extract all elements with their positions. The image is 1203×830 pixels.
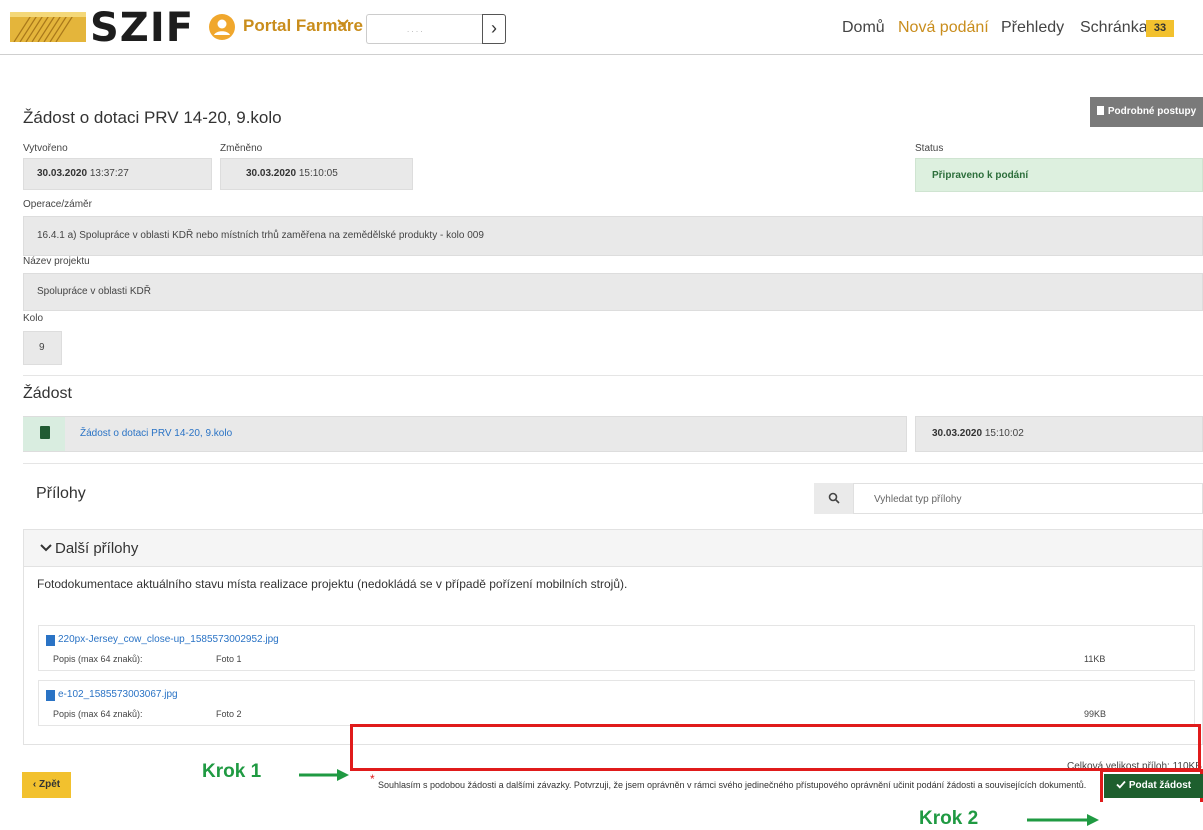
attachment-file-row: 220px-Jersey_cow_close-up_1585573002952.…: [38, 625, 1195, 671]
created-field: 30.03.2020 13:37:27: [23, 158, 212, 190]
panel-title-text: Další přílohy: [55, 540, 139, 557]
chevron-right-icon[interactable]: ›: [482, 14, 506, 44]
attachment-type-search-input[interactable]: Vyhledat typ přílohy: [853, 483, 1203, 514]
step2-annotation: Krok 2: [919, 808, 979, 829]
nav-schranka[interactable]: Schránka: [1080, 19, 1148, 37]
submit-application-button[interactable]: Podat žádost: [1104, 774, 1203, 798]
page-title: Žádost o dotaci PRV 14-20, 9.kolo: [23, 108, 282, 127]
submit-button-label: Podat žádost: [1128, 780, 1192, 791]
created-label: Vytvořeno: [23, 143, 68, 154]
further-attachments-panel: Další přílohy Fotodokumentace aktuálního…: [23, 529, 1203, 745]
attachment-file-row: e-102_1585573003067.jpg Popis (max 64 zn…: [38, 680, 1195, 726]
file-size: 11KB: [1084, 654, 1106, 664]
nav-prehledy[interactable]: Přehledy: [1001, 19, 1064, 37]
prv-procedures-button[interactable]: Podrobné postupy PRV: [1090, 97, 1203, 147]
changed-label: Změněno: [220, 143, 263, 154]
inbox-count-badge[interactable]: 33: [1146, 20, 1174, 37]
application-doc-time: 15:10:02: [984, 428, 1024, 439]
file-icon: [46, 635, 55, 646]
round-field: 9: [23, 331, 62, 365]
arrow-right-icon: [1027, 814, 1099, 826]
subject-search-input[interactable]: . . . .: [366, 14, 482, 44]
application-heading: Žádost: [23, 385, 72, 402]
brand-logo[interactable]: SZIF: [90, 4, 194, 52]
file-icon: [46, 690, 55, 701]
nav-domu[interactable]: Domů: [842, 19, 885, 37]
created-date: 30.03.2020: [37, 168, 88, 179]
user-avatar-icon[interactable]: [209, 14, 235, 40]
chevron-left-icon: ‹: [32, 779, 37, 790]
chevron-down-icon[interactable]: [337, 13, 349, 38]
divider: [23, 463, 1203, 464]
status-label: Status: [915, 143, 944, 154]
search-icon[interactable]: [814, 483, 853, 514]
attachment-file-link[interactable]: 220px-Jersey_cow_close-up_1585573002952.…: [58, 634, 279, 645]
check-icon: [1116, 780, 1126, 789]
prv-procedures-label: Podrobné postupy PRV: [1107, 106, 1197, 147]
back-button[interactable]: ‹ Zpět: [22, 772, 71, 798]
application-doc-date-field: 30.03.2020 15:10:02: [915, 416, 1203, 452]
application-doc-date: 30.03.2020: [932, 428, 983, 439]
file-description-value[interactable]: Foto 1: [216, 654, 242, 664]
status-badge: Připraveno k podání: [915, 158, 1203, 192]
consent-text: Souhlasím s podobou žádosti a dalšími zá…: [378, 780, 1087, 790]
operation-label: Operace/záměr: [23, 199, 92, 210]
chevron-down-icon[interactable]: [40, 543, 52, 553]
arrow-right-icon: [299, 769, 349, 781]
round-label: Kolo: [23, 313, 44, 324]
step1-annotation: Krok 1: [202, 761, 262, 782]
file-description-label: Popis (max 64 znaků):: [53, 709, 143, 719]
file-size: 99KB: [1084, 709, 1107, 719]
changed-date: 30.03.2020: [246, 168, 297, 179]
document-icon: [1096, 106, 1104, 115]
attachments-heading: Přílohy: [36, 485, 86, 502]
step1-highlight-frame: [350, 724, 1201, 771]
back-button-label: Zpět: [39, 779, 61, 790]
file-description-value[interactable]: Foto 2: [216, 709, 242, 719]
field-logo-icon: [10, 12, 86, 42]
divider: [23, 375, 1203, 376]
project-name-label: Název projektu: [23, 256, 90, 267]
operation-field: 16.4.1 a) Spolupráce v oblasti KDŘ nebo …: [23, 216, 1203, 256]
attachments-description: Fotodokumentace aktuálního stavu místa r…: [37, 577, 628, 591]
changed-time: 15:10:05: [298, 168, 338, 179]
project-name-field: Spolupráce v oblasti KDŘ: [23, 273, 1203, 311]
attachment-file-link[interactable]: e-102_1585573003067.jpg: [58, 689, 178, 700]
file-description-label: Popis (max 64 znaků):: [53, 654, 143, 664]
nav-nova-podani[interactable]: Nová podání: [898, 19, 989, 37]
application-doc-link[interactable]: Žádost o dotaci PRV 14-20, 9.kolo: [80, 428, 232, 439]
required-asterisk: *: [370, 772, 375, 786]
changed-field: 30.03.2020 15:10:05: [220, 158, 413, 190]
top-header: SZIF Portal Farmare . . . . › Domů Nová …: [0, 0, 1203, 55]
panel-header[interactable]: Další přílohy: [24, 530, 1202, 567]
panel-title[interactable]: Další přílohy: [40, 540, 138, 557]
pdf-file-icon: [40, 426, 50, 439]
created-time: 13:37:27: [89, 168, 129, 179]
